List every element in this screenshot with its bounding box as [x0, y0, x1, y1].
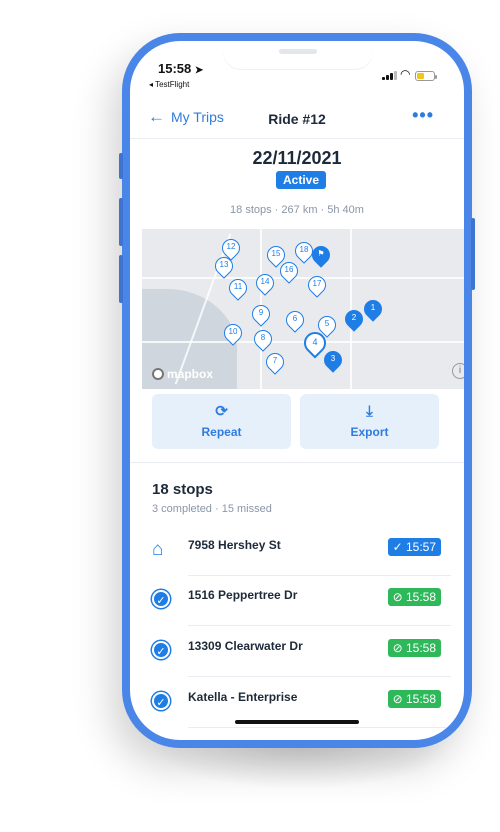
marker-label: 9	[258, 308, 264, 317]
stops-title: 18 stops	[152, 481, 213, 498]
mapbox-text: mapbox	[167, 367, 214, 381]
download-icon: ⤓	[366, 403, 373, 420]
stop-marker-14[interactable]: 14	[252, 270, 278, 298]
marker-label: 2	[351, 313, 357, 322]
stop-marker-1[interactable]: 1	[360, 296, 386, 324]
marker-label: 13	[219, 260, 229, 269]
action-buttons: ⟳ Repeat ⤓ Export	[152, 394, 439, 449]
stop-address: Katella - Enterprise	[188, 690, 298, 704]
map-road	[142, 277, 464, 279]
stop-time-badge: ✓ 15:57	[387, 538, 441, 556]
stop-marker-6[interactable]: 6	[282, 307, 308, 335]
marker-label: 1	[370, 303, 376, 312]
stop-marker-3[interactable]: 3	[320, 347, 346, 375]
check-icon: ✓	[152, 590, 170, 608]
stop-marker-9[interactable]: 9	[248, 301, 274, 329]
check-circle-icon: ✓	[152, 692, 172, 712]
stop-time-badge: ⊘ 15:58	[387, 690, 441, 708]
clock: 15:58 ➤	[158, 61, 203, 76]
mapbox-attribution[interactable]: mapbox	[152, 367, 213, 381]
repeat-label: Repeat	[201, 425, 242, 439]
marker-label: 7	[272, 356, 278, 365]
stop-marker-7[interactable]: 7	[262, 349, 288, 377]
repeat-button[interactable]: ⟳ Repeat	[152, 394, 291, 449]
row-divider	[188, 676, 451, 677]
marker-label: 5	[324, 319, 330, 328]
stop-row[interactable]: ✓ 1516 Peppertree Dr ⊘ 15:58	[152, 576, 451, 626]
volume-down-button	[119, 255, 123, 303]
marker-label: ⚑	[317, 249, 325, 258]
status-badge: Active	[276, 171, 327, 189]
info-icon[interactable]: i	[452, 363, 464, 379]
volume-up-button	[119, 198, 123, 246]
marker-label: 16	[284, 265, 294, 274]
status-bar: 15:58 ➤ ◂ TestFlight ◠	[130, 41, 464, 91]
route-map[interactable]: Or 123456789101112131415161718⚑ mapbox i	[142, 229, 464, 389]
stop-address: 7958 Hershey St	[188, 538, 281, 552]
phone-frame: 15:58 ➤ ◂ TestFlight ◠ ← My Trips Ride #…	[119, 33, 475, 748]
refresh-icon: ⟳	[215, 403, 228, 420]
stop-time-badge: ⊘ 15:58	[387, 639, 441, 657]
stop-marker-10[interactable]: 10	[220, 320, 246, 348]
check-circle-icon: ✓	[152, 590, 172, 610]
mapbox-logo-icon	[152, 368, 164, 380]
marker-label: 8	[260, 333, 266, 342]
power-button	[471, 218, 475, 290]
check-circle-icon: ✓	[152, 641, 172, 661]
marker-label: 18	[299, 245, 309, 254]
screen: 15:58 ➤ ◂ TestFlight ◠ ← My Trips Ride #…	[130, 41, 464, 740]
wifi-icon: ◠	[400, 67, 411, 81]
stop-marker-11[interactable]: 11	[225, 275, 251, 303]
export-label: Export	[350, 425, 389, 439]
back-to-testflight[interactable]: ◂ TestFlight	[149, 80, 189, 89]
trip-meta: 18 stops · 267 km · 5h 40m	[230, 204, 364, 216]
marker-label: 11	[233, 282, 243, 291]
marker-label: 14	[260, 277, 270, 286]
row-divider	[188, 727, 451, 728]
marker-label: 12	[226, 242, 236, 251]
home-icon: ⌂	[152, 539, 164, 560]
stop-marker-13[interactable]: 13	[211, 253, 237, 281]
trip-date: 22/11/2021	[252, 148, 342, 168]
stop-address: 13309 Clearwater Dr	[188, 639, 303, 653]
stop-marker-8[interactable]: 8	[250, 326, 276, 354]
location-arrow-icon: ➤	[194, 65, 204, 76]
nav-bar: ← My Trips Ride #12 •••	[130, 99, 464, 139]
row-divider	[188, 625, 451, 626]
check-icon: ✓	[152, 641, 170, 659]
check-icon: ✓	[152, 692, 170, 710]
marker-label: 10	[228, 327, 238, 336]
marker-label: 3	[330, 354, 336, 363]
stop-marker-5[interactable]: 5	[314, 312, 340, 340]
stops-summary: 3 completed · 15 missed	[152, 503, 272, 515]
stop-time-badge: ⊘ 15:58	[387, 588, 441, 606]
section-divider	[130, 462, 464, 463]
cellular-signal-icon	[382, 71, 397, 80]
clock-text: 15:58	[158, 61, 192, 76]
stop-row[interactable]: ✓ 13309 Clearwater Dr ⊘ 15:58	[152, 627, 451, 677]
marker-label: 6	[292, 314, 298, 323]
marker-label: 17	[312, 279, 322, 288]
destination-flag-marker[interactable]: ⚑	[308, 242, 334, 270]
more-options-button[interactable]: •••	[412, 105, 434, 126]
stop-address: 1516 Peppertree Dr	[188, 588, 298, 602]
stop-marker-18[interactable]: 18	[291, 238, 317, 266]
marker-label: 15	[271, 249, 281, 258]
stop-marker-17[interactable]: 17	[304, 272, 330, 300]
mute-switch	[119, 153, 123, 179]
battery-icon	[415, 71, 437, 81]
export-button[interactable]: ⤓ Export	[300, 394, 439, 449]
home-indicator[interactable]	[235, 720, 359, 724]
stage: 15:58 ➤ ◂ TestFlight ◠ ← My Trips Ride #…	[0, 0, 500, 832]
stop-marker-2[interactable]: 2	[341, 306, 367, 334]
stop-row[interactable]: ⌂ 7958 Hershey St ✓ 15:57	[152, 526, 451, 576]
